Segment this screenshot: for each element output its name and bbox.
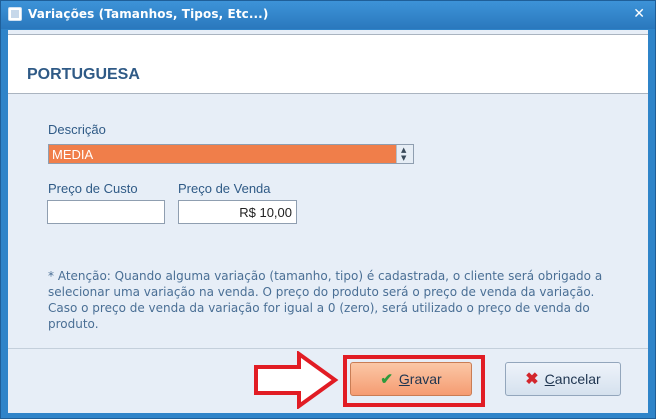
combo-spin-button[interactable]: ▲ ▼ (396, 145, 413, 163)
preco-venda-input[interactable] (178, 200, 297, 224)
descricao-value: MEDIA (52, 147, 94, 162)
descricao-label: Descrição (48, 122, 106, 137)
close-x-icon: ✖ (525, 371, 539, 388)
preco-custo-input[interactable] (47, 200, 165, 224)
check-icon: ✔ (380, 371, 393, 388)
descricao-combobox[interactable]: MEDIA ▲ ▼ (48, 144, 414, 164)
header-panel: PORTUGUESA (8, 34, 648, 94)
save-button[interactable]: ✔ Gravar (350, 362, 472, 396)
preco-custo-label: Preço de Custo (48, 181, 138, 196)
cancel-button-label: Cancelar (544, 371, 601, 387)
chevron-down-icon: ▼ (401, 154, 407, 162)
note-line-3: Caso o preço de venda da variação for ig… (48, 301, 590, 331)
attention-note: * Atenção: Quando alguma variação (taman… (48, 268, 633, 332)
preco-venda-label: Preço de Venda (178, 181, 271, 196)
note-line-1: * Atenção: Quando alguma variação (taman… (48, 269, 603, 283)
red-arrow-icon (254, 351, 339, 409)
footer-divider (8, 348, 648, 349)
window-title: Variações (Tamanhos, Tipos, Etc...) (28, 7, 269, 21)
close-icon[interactable]: ✕ (633, 6, 645, 22)
cancel-button[interactable]: ✖ Cancelar (505, 362, 621, 396)
save-button-label: Gravar (398, 371, 442, 387)
chevron-up-icon: ▲ (401, 146, 407, 154)
product-title: PORTUGUESA (27, 66, 140, 83)
dialog-client-area: PORTUGUESA Descrição MEDIA ▲ ▼ Preço de … (8, 30, 648, 413)
app-icon (8, 7, 22, 21)
dialog-window: Variações (Tamanhos, Tipos, Etc...) ✕ PO… (0, 0, 656, 419)
note-line-2: selecionar uma variação na venda. O preç… (48, 285, 595, 299)
title-bar[interactable]: Variações (Tamanhos, Tipos, Etc...) ✕ (1, 1, 655, 29)
